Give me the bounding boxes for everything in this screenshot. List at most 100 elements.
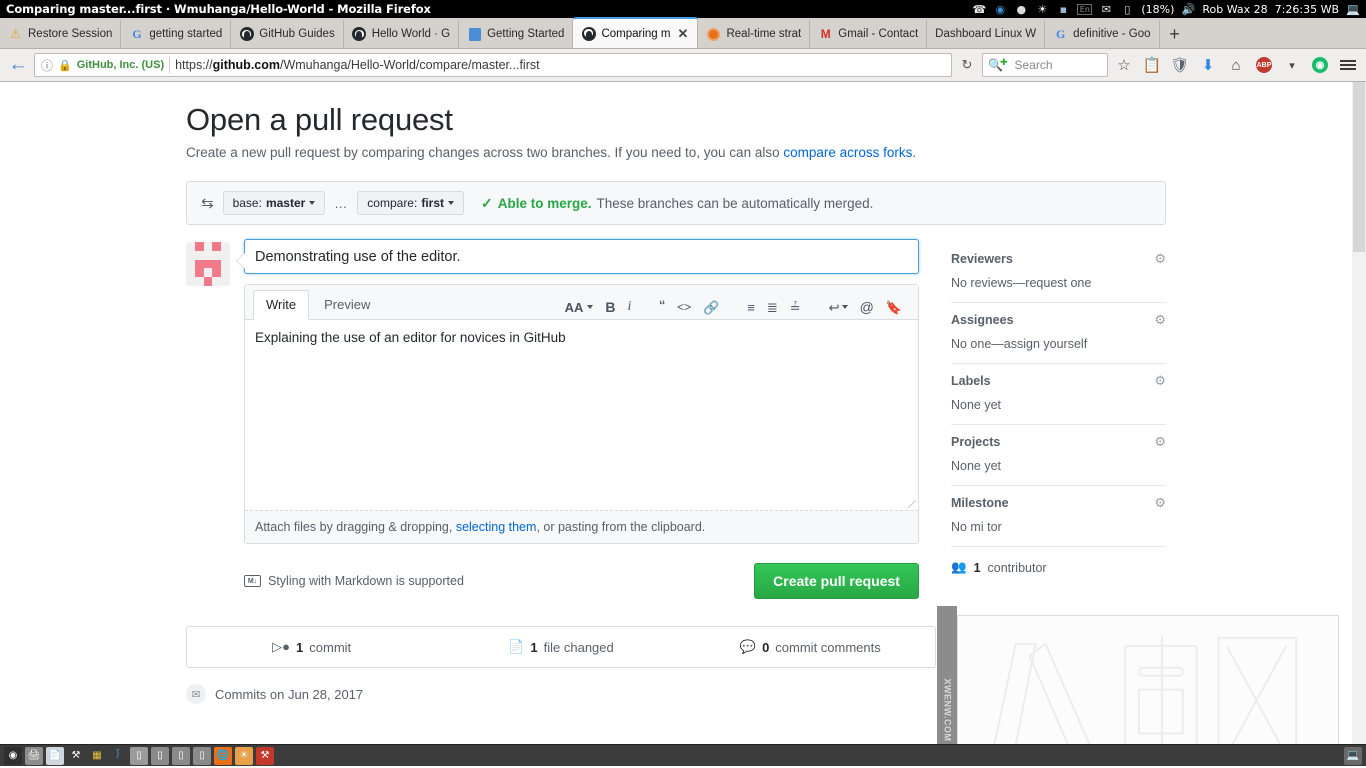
create-pull-request-button[interactable]: Create pull request [754,563,919,599]
heading-icon[interactable]: AA [559,301,600,314]
firefox-icon[interactable]: 🌐 [214,746,232,765]
stat-commit-comments[interactable]: 💬 0 commit comments [686,639,935,655]
url-bar[interactable]: ⓘ 🔒 GitHub, Inc. (US) https://github.com… [34,53,952,77]
browser-tab-7[interactable]: M Gmail - Contact [810,20,928,48]
pr-body-textarea[interactable]: Explaining the use of an editor for novi… [245,320,918,510]
numbered-list-icon[interactable]: ≣ [761,301,784,314]
browser-tab-6[interactable]: Real-time strat [698,20,811,48]
language-icon[interactable]: En [1077,3,1093,15]
pr-title-input[interactable] [244,239,919,274]
gear-icon[interactable]: ⚙ [1154,251,1166,267]
display-icon[interactable]: 💻 [1346,3,1360,16]
comment-icon: 💬 [739,639,757,654]
browser-tab-2[interactable]: GitHub Guides [231,20,344,48]
mail-icon[interactable]: ✉ [1099,3,1113,16]
pocket-icon[interactable]: 🛡 [1168,53,1192,77]
brightness-icon[interactable]: ☀ [1035,3,1049,16]
compare-value: first [421,196,444,210]
image-viewer-icon[interactable]: ☀ [235,746,253,765]
quote-icon[interactable]: “ [653,298,671,315]
page-scrollbar-thumb[interactable] [1353,82,1365,252]
italic-icon[interactable]: i [622,300,638,314]
contributors-row[interactable]: 👥 1 contributor [951,560,1166,575]
task-list-icon[interactable]: ≟ [784,301,807,314]
tab-preview[interactable]: Preview [311,290,383,320]
printer-icon[interactable]: 🖨 [25,746,43,765]
extension-icon[interactable]: ◉ [1308,53,1332,77]
sidebar-section-reviewers: Reviewers ⚙ No reviews—request one [950,245,1166,303]
browser-nav-bar: ← ⓘ 🔒 GitHub, Inc. (US) https://github.c… [0,49,1366,82]
sidebar-section-milestone: Milestone ⚙ No mi tor [950,486,1166,547]
vscode-icon[interactable]: ⟌ [109,746,127,765]
writer-icon[interactable]: 📄 [46,746,64,765]
mention-icon[interactable]: @ [854,300,880,314]
link-icon[interactable]: 🔗 [697,301,725,314]
new-tab-button[interactable]: + [1160,20,1190,48]
chevron-down-icon[interactable]: ▾ [1280,53,1304,77]
tray-display-icon[interactable]: 💻 [1344,746,1362,765]
user-name[interactable]: Rob Wax 28 [1202,3,1267,16]
sidebar-value-assignees[interactable]: No one—assign yourself [951,337,1166,351]
window-icon-2[interactable]: ▯ [151,746,169,765]
gear-icon[interactable]: ⚙ [1154,434,1166,450]
sidebar-head: Milestone ⚙ [951,495,1166,511]
window-icon-1[interactable]: ▯ [130,746,148,765]
home-icon[interactable]: ⌂ [1224,53,1248,77]
editor-tabs: Write Preview [253,289,383,320]
back-icon[interactable]: ← [6,53,30,77]
browser-tab-4[interactable]: Getting Started [459,20,574,48]
watermark-vertical-text: XWENW.COM [942,678,952,741]
page-info-icon[interactable]: ⓘ [41,57,53,74]
headset-icon[interactable]: ● [1014,3,1028,16]
browser-tab-3[interactable]: Hello World · G [343,20,460,48]
downloads-icon[interactable]: ⬇ [1196,53,1220,77]
bookmark-star-icon[interactable]: ☆ [1112,53,1136,77]
chat-icon[interactable]: ▪ [1056,3,1070,16]
tab-write[interactable]: Write [253,290,310,320]
reply-quote-icon[interactable]: ↩ [823,301,854,314]
browser-tab-1[interactable]: G getting started [121,20,232,48]
tools-icon[interactable]: ⚒ [67,746,85,765]
windows-icon[interactable]: ▦ [88,746,106,765]
phone-icon[interactable]: ☎ [972,3,986,16]
sidebar-value-reviewers[interactable]: No reviews—request one [951,276,1166,290]
reading-list-icon[interactable]: 📋 [1140,53,1164,77]
window-icon-3[interactable]: ▯ [172,746,190,765]
reload-icon[interactable]: ↻ [956,54,978,76]
adblock-plus-icon[interactable]: ABP [1252,53,1276,77]
clock[interactable]: 7:26:35 WB [1275,3,1339,16]
stat-commits[interactable]: ▷● 1 commit [187,639,436,655]
attach-prefix: Attach files by dragging & dropping, [255,520,456,534]
saved-replies-icon[interactable]: 🔖 [880,301,908,314]
battery-icon[interactable]: ▯ [1120,3,1134,16]
close-tab-icon[interactable]: ✕ [677,26,689,42]
browser-tab-active[interactable]: Comparing m ✕ [573,17,699,48]
code-icon[interactable]: <> [671,301,697,313]
page-scrollbar[interactable] [1352,82,1366,766]
network-icon[interactable]: ◉ [993,3,1007,16]
file-icon: 📄 [508,639,525,654]
gear-icon[interactable]: ⚙ [1154,495,1166,511]
search-bar[interactable]: 🔍✚ Search [982,53,1108,77]
menu-icon[interactable] [1336,53,1360,77]
compare-branch-dropdown[interactable]: compare: first [357,191,464,215]
search-icon: 🔍✚ [988,57,1008,72]
browser-tab-9[interactable]: G definitive - Goo [1045,20,1160,48]
tool-red-icon[interactable]: ⚒ [256,746,274,765]
resize-handle[interactable] [907,500,916,508]
select-files-link[interactable]: selecting them [456,520,537,534]
compare-across-forks-link[interactable]: compare across forks [783,145,912,160]
bold-icon[interactable]: B [599,300,621,314]
gear-icon[interactable]: ⚙ [1154,312,1166,328]
browser-tab-8[interactable]: Dashboard Linux W [927,20,1046,48]
volume-icon[interactable]: 🔊 [1181,3,1196,16]
browser-tab-0[interactable]: ⚠ Restore Session [0,20,122,48]
tab-label: Gmail - Contact [838,28,919,40]
page-container: Open a pull request Create a new pull re… [186,82,1166,704]
bulleted-list-icon[interactable]: ≡ [741,301,761,314]
start-icon[interactable]: ◉ [4,746,22,765]
window-icon-4[interactable]: ▯ [193,746,211,765]
base-branch-dropdown[interactable]: base: master [222,191,326,215]
stat-files-changed[interactable]: 📄 1 file changed [436,639,685,655]
gear-icon[interactable]: ⚙ [1154,373,1166,389]
